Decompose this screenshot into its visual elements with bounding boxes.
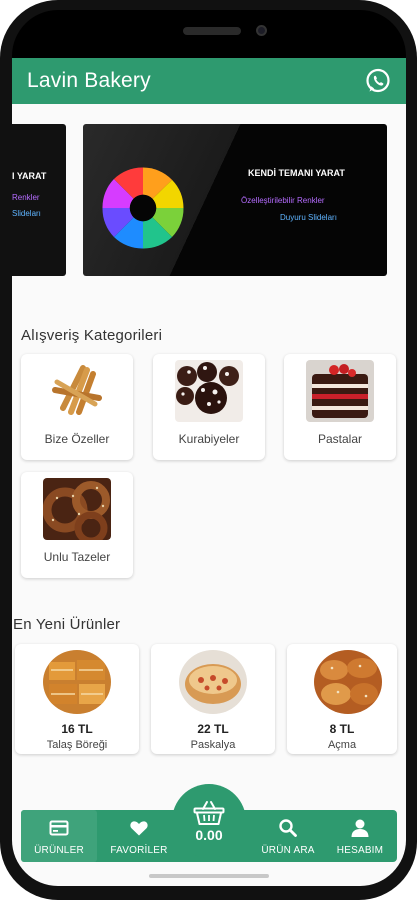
nav-label: ÜRÜN ARA (261, 845, 315, 856)
products-icon (49, 820, 69, 836)
cake-image (306, 360, 374, 422)
search-icon (279, 819, 297, 837)
category-card-kurabiyeler[interactable]: Kurabiyeler (153, 354, 265, 460)
nav-label: HESABIM (336, 845, 384, 856)
cart-button[interactable]: 0.00 (172, 784, 246, 858)
heart-icon (130, 821, 148, 836)
category-label: Unlu Tazeler (43, 550, 111, 564)
phone-frame: Lavin Bakery I YARAT Renkler Slideları K… (0, 0, 417, 900)
home-indicator[interactable] (149, 874, 269, 878)
banner-line2: Duyuru Slideları (280, 213, 337, 222)
product-image (314, 650, 382, 714)
nav-item-account[interactable]: HESABIM (325, 810, 395, 862)
categories-title: Alışveriş Kategorileri (21, 327, 163, 344)
category-label: Kurabiyeler (178, 432, 240, 446)
app-title: Lavin Bakery (27, 69, 151, 92)
category-card-pastalar[interactable]: Pastalar (284, 354, 396, 460)
category-label: Pastalar (317, 432, 363, 446)
banner-prev-headline: I YARAT (12, 171, 47, 181)
account-icon (351, 819, 369, 837)
cookies-image (175, 360, 243, 422)
simit-image (43, 478, 111, 540)
front-camera (256, 25, 267, 36)
product-image (43, 650, 111, 714)
product-card-talas-boregi[interactable]: 16 TL Talaş Böreği (15, 644, 139, 754)
phone-bezel: Lavin Bakery I YARAT Renkler Slideları K… (12, 10, 406, 886)
color-gear-icon (102, 167, 184, 249)
app-screen: Lavin Bakery I YARAT Renkler Slideları K… (12, 58, 406, 886)
banner-prev-line1: Renkler (12, 193, 40, 202)
nav-item-products[interactable]: ÜRÜNLER (21, 810, 97, 862)
speaker-grille (183, 27, 241, 35)
product-name: Açma (327, 739, 357, 751)
banner-slide-main[interactable]: KENDİ TEMANI YARAT Özelleştirilebilir Re… (83, 124, 387, 276)
product-price: 8 TL (329, 722, 355, 736)
category-card-unlu-tazeler[interactable]: Unlu Tazeler (21, 472, 133, 578)
banner-line1: Özelleştirilebilir Renkler (241, 196, 325, 205)
whatsapp-icon[interactable] (364, 67, 392, 95)
product-image (179, 650, 247, 714)
nav-label: ÜRÜNLER (34, 845, 84, 856)
app-bar: Lavin Bakery (12, 58, 406, 104)
product-name: Paskalya (190, 739, 236, 751)
product-card-paskalya[interactable]: 22 TL Paskalya (151, 644, 275, 754)
banner-headline: KENDİ TEMANI YARAT (248, 168, 345, 178)
cart-total: 0.00 (195, 826, 223, 843)
product-name: Talaş Böreği (46, 739, 108, 751)
category-label: Bize Özeller (44, 432, 110, 446)
breadsticks-image (43, 360, 111, 422)
nav-label: FAVORİLER (110, 845, 168, 856)
banner-slide-previous[interactable]: I YARAT Renkler Slideları (12, 124, 66, 276)
category-card-bize-ozeller[interactable]: Bize Özeller (21, 354, 133, 460)
product-price: 16 TL (61, 722, 93, 736)
product-card-acma[interactable]: 8 TL Açma (287, 644, 397, 754)
banner-prev-line2: Slideları (12, 209, 41, 218)
banner-slider[interactable]: I YARAT Renkler Slideları KENDİ TEMANI Y… (12, 124, 406, 284)
nav-item-search[interactable]: ÜRÜN ARA (253, 810, 323, 862)
product-price: 22 TL (197, 722, 229, 736)
basket-icon (193, 800, 225, 825)
products-title: En Yeni Ürünler (13, 616, 121, 633)
nav-item-favorites[interactable]: FAVORİLER (101, 810, 177, 862)
